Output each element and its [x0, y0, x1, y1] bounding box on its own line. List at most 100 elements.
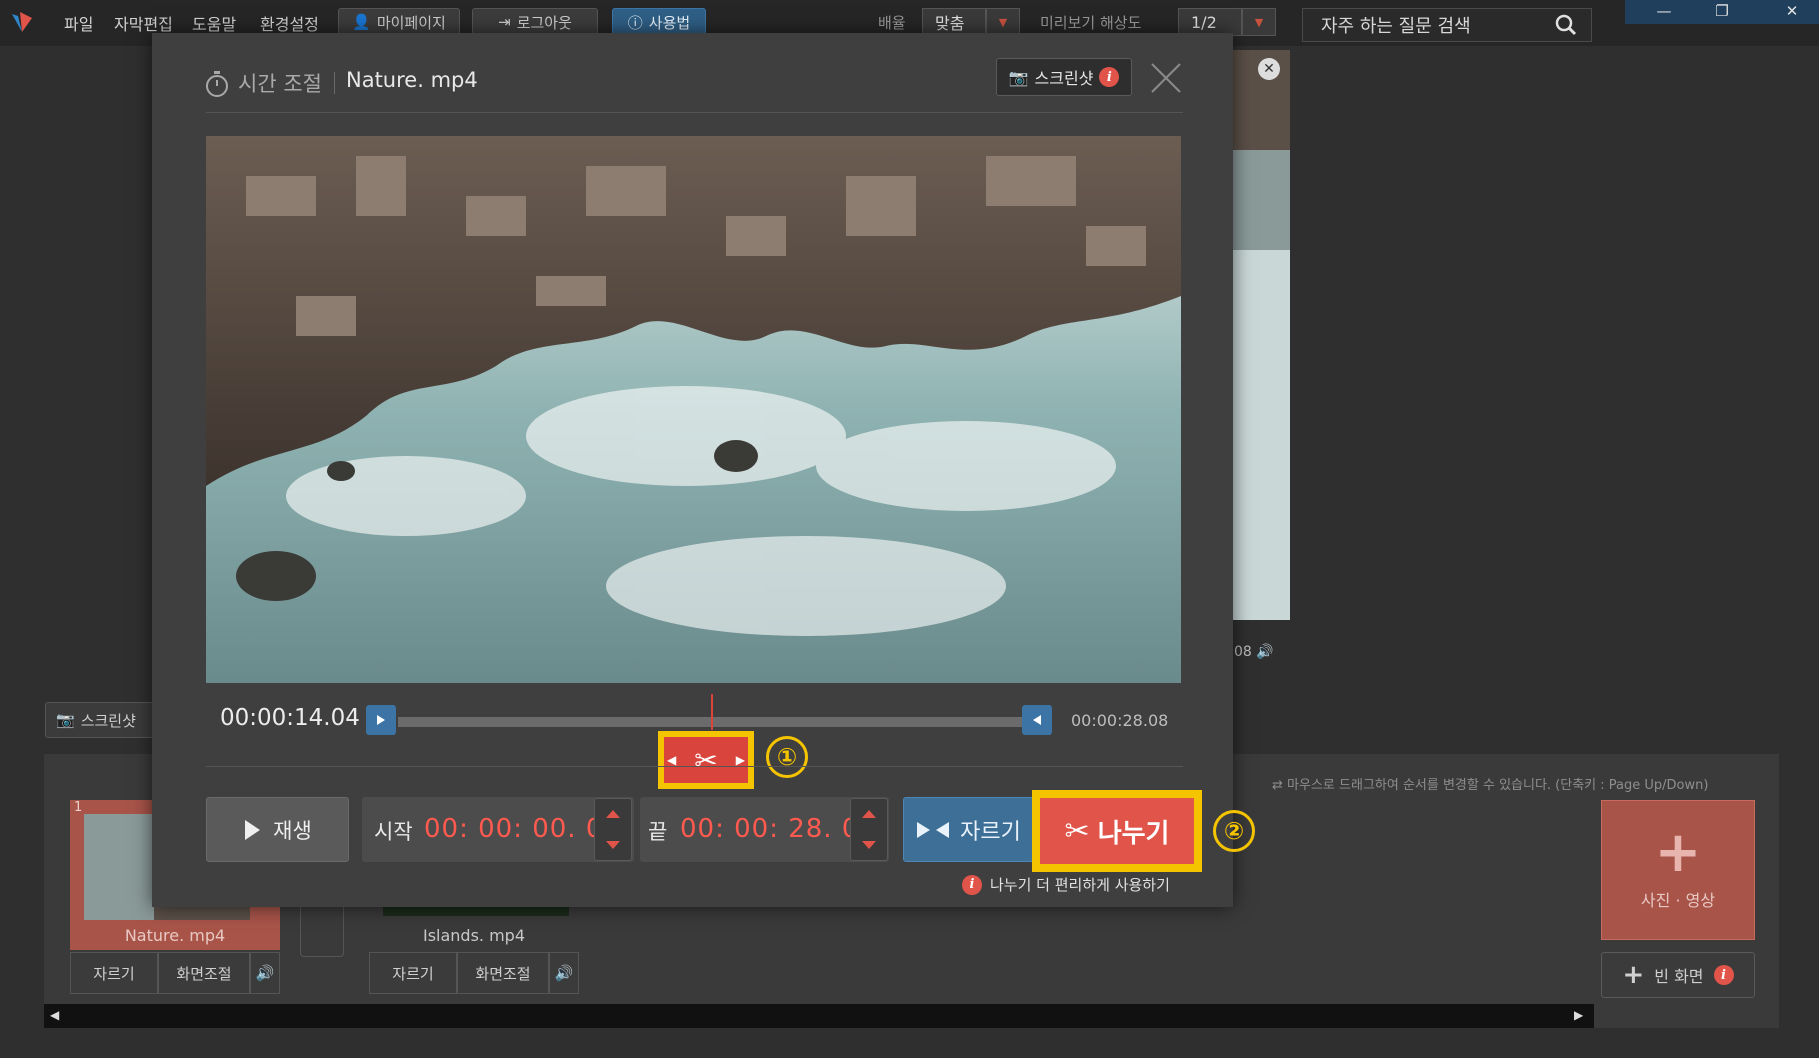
- add-blank-screen-button[interactable]: + 빈 화면 i: [1601, 952, 1755, 998]
- search-icon[interactable]: [1540, 8, 1592, 42]
- preview-image-fragment: [1230, 50, 1290, 620]
- timeline-scrollbar[interactable]: ◀ ▶: [44, 1004, 1594, 1028]
- end-time-stepper[interactable]: [850, 798, 888, 861]
- title-separator: [334, 72, 335, 94]
- chevron-up-icon[interactable]: [595, 799, 631, 829]
- add-blank-label: 빈 화면: [1654, 967, 1704, 986]
- preview-resolution-label: 미리보기 해상도: [1040, 14, 1142, 32]
- info-icon[interactable]: i: [1099, 67, 1120, 87]
- play-label: 재생: [273, 818, 312, 843]
- workspace-screenshot-label: 스크린샷: [80, 711, 136, 730]
- screenshot-label: 스크린샷: [1034, 69, 1094, 88]
- start-time-stepper[interactable]: [594, 798, 632, 861]
- caret-right-icon: ▶: [735, 753, 745, 767]
- plus-icon: +: [1654, 820, 1702, 885]
- timeline-hint: ⇄ 마우스로 드래그하여 순서를 변경할 수 있습니다. (단축키 : Page…: [1272, 774, 1708, 793]
- chevron-down-icon[interactable]: [851, 830, 887, 860]
- clip-actions: 자르기 화면조절 🔊: [369, 952, 579, 994]
- info-icon: i: [962, 874, 982, 895]
- workspace-screenshot-button[interactable]: 📷 스크린샷: [45, 702, 155, 738]
- dialog-filename: Nature. mp4: [346, 68, 478, 92]
- divider: [206, 766, 1183, 767]
- range-start-handle[interactable]: [366, 705, 396, 735]
- scroll-right-icon[interactable]: ▶: [1574, 1008, 1583, 1022]
- clip-trim-button[interactable]: 자르기: [70, 952, 158, 994]
- start-label: 시작: [374, 820, 413, 844]
- speaker-icon[interactable]: 🔊: [250, 952, 280, 994]
- camera-icon: 📷: [1008, 67, 1029, 87]
- split-label: 나누기: [1097, 818, 1170, 849]
- split-button[interactable]: ✂ 나누기: [1040, 798, 1194, 864]
- clip-actions: 자르기 화면조절 🔊: [70, 952, 280, 994]
- preview-resolution-select[interactable]: 1/2: [1178, 8, 1242, 36]
- close-icon[interactable]: ✕: [1772, 0, 1812, 22]
- logout-button[interactable]: ⇥ 로그아웃: [472, 8, 598, 36]
- split-help-text: 나누기 더 편리하게 사용하기: [990, 876, 1170, 894]
- preview-resolution-dropdown-icon[interactable]: ▼: [1242, 8, 1276, 36]
- plus-icon: +: [1622, 960, 1645, 990]
- dialog-close-icon[interactable]: [1146, 58, 1186, 98]
- clip-trim-button[interactable]: 자르기: [369, 952, 457, 994]
- speaker-icon[interactable]: 🔊: [549, 952, 579, 994]
- clip-name: Nature. mp4: [124, 926, 226, 945]
- screenshot-button[interactable]: 📷 스크린샷 i: [996, 58, 1132, 96]
- app-logo-icon: [8, 8, 36, 36]
- split-marker[interactable]: ◀ ✂ ▶: [664, 737, 748, 783]
- play-button[interactable]: 재생: [206, 797, 349, 862]
- end-time-field[interactable]: 00: 00: 28. 08: [680, 814, 877, 844]
- menu-file[interactable]: 파일: [64, 11, 93, 35]
- speaker-icon: 🔊: [1256, 644, 1274, 660]
- clip-transition-slot[interactable]: [300, 900, 344, 957]
- caret-left-icon: ◀: [667, 753, 677, 767]
- reorder-icon: ⇄: [1272, 778, 1283, 793]
- end-label: 끝: [648, 820, 668, 844]
- start-time-field[interactable]: 00: 00: 00. 00: [424, 814, 621, 844]
- clip-name: Islands. mp4: [422, 926, 526, 945]
- callout-2: ②: [1213, 810, 1255, 852]
- clip-index: 1: [74, 800, 83, 815]
- play-icon: [245, 819, 261, 840]
- preview-time-fragment: 08 🔊: [1234, 644, 1274, 660]
- chevron-down-icon[interactable]: [595, 830, 631, 860]
- menu-settings[interactable]: 환경설정: [260, 11, 319, 35]
- mypage-button[interactable]: 👤 마이페이지: [338, 8, 460, 36]
- usage-label: 사용법: [648, 13, 691, 32]
- current-time: 00:00:14.04: [220, 705, 360, 731]
- zoom-label: 배율: [878, 14, 906, 32]
- trim-button[interactable]: 자르기: [903, 797, 1034, 862]
- playhead[interactable]: [711, 694, 713, 730]
- scissors-icon: ✂: [694, 743, 718, 777]
- info-icon[interactable]: i: [1713, 965, 1734, 985]
- preview-time-text: 08: [1234, 644, 1252, 660]
- dialog-title: 시간 조절: [238, 72, 322, 96]
- mypage-label: 마이페이지: [376, 13, 446, 32]
- user-icon: 👤: [352, 13, 371, 31]
- clip-adjust-button[interactable]: 화면조절: [457, 952, 549, 994]
- preview-close-icon[interactable]: ✕: [1258, 58, 1280, 80]
- add-media-button[interactable]: + 사진 · 영상: [1601, 800, 1755, 940]
- menu-help[interactable]: 도움말: [192, 11, 236, 35]
- range-end-handle[interactable]: [1022, 705, 1052, 735]
- divider: [206, 112, 1183, 113]
- trim-label: 자르기: [960, 819, 1021, 845]
- split-help-link[interactable]: i 나누기 더 편리하게 사용하기: [962, 874, 1170, 895]
- camera-icon: 📷: [56, 711, 75, 729]
- usage-button[interactable]: ⓘ 사용법: [612, 8, 706, 36]
- restore-icon[interactable]: ❐: [1702, 0, 1742, 22]
- trim-icon: [917, 821, 950, 838]
- menu-subtitle-edit[interactable]: 자막편집: [114, 11, 173, 35]
- zoom-dropdown-icon[interactable]: ▼: [986, 8, 1020, 36]
- stopwatch-icon: [204, 70, 230, 102]
- info-icon: ⓘ: [627, 13, 643, 32]
- scroll-left-icon[interactable]: ◀: [50, 1008, 59, 1022]
- chevron-up-icon[interactable]: [851, 799, 887, 829]
- video-preview: [206, 136, 1181, 683]
- zoom-select[interactable]: 맞춤: [922, 8, 986, 36]
- minimize-icon[interactable]: —: [1644, 0, 1684, 22]
- logout-label: 로그아웃: [516, 13, 572, 32]
- callout-1: ①: [766, 736, 808, 778]
- total-time: 00:00:28.08: [1071, 711, 1169, 730]
- timeline-hint-text: 마우스로 드래그하여 순서를 변경할 수 있습니다. (단축키 : Page U…: [1287, 778, 1709, 793]
- clip-adjust-button[interactable]: 화면조절: [158, 952, 250, 994]
- scissors-icon: ✂: [1064, 813, 1090, 849]
